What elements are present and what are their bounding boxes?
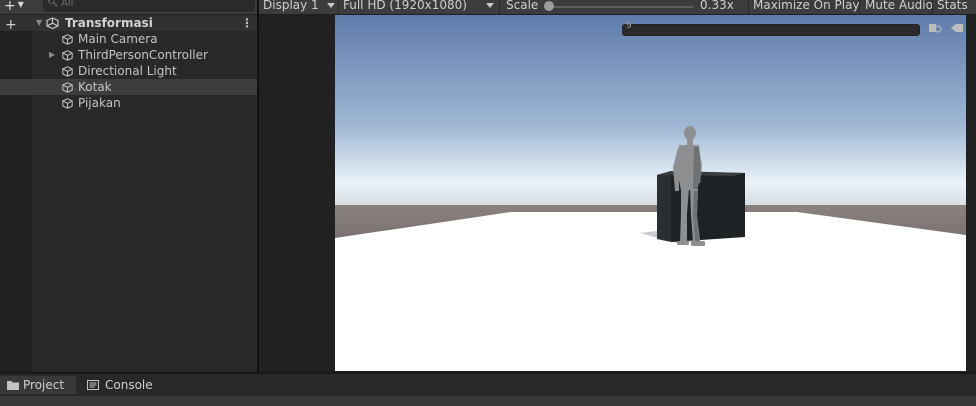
toolbar-divider <box>748 0 749 14</box>
hierarchy-toolbar: + ▼ 🔍︎ All <box>0 0 257 15</box>
create-button[interactable]: + ▼ <box>4 0 34 14</box>
toolbar-divider <box>338 0 339 14</box>
chevron-down-icon <box>486 3 494 8</box>
unity-scene-icon <box>46 17 59 29</box>
maximize-on-play-toggle[interactable]: Maximize On Play <box>753 0 860 12</box>
hierarchy-item[interactable]: Directional Light <box>0 63 257 79</box>
hierarchy-item[interactable]: ▶ ThirdPersonController <box>0 47 257 63</box>
tab-console[interactable]: Console <box>80 376 160 394</box>
gameobject-cube-icon <box>62 82 73 93</box>
gameobject-cube-icon <box>62 50 73 61</box>
project-create-button[interactable]: + <box>5 18 17 32</box>
scale-label: Scale <box>506 0 539 12</box>
hierarchy-item-label: Pijakan <box>78 96 121 110</box>
kotak-box <box>657 171 745 242</box>
game-toolbar: Display 1 Full HD (1920x1080) Scale 0.33… <box>259 0 976 15</box>
scale-slider-thumb[interactable] <box>544 1 554 11</box>
hierarchy-item[interactable]: Pijakan <box>0 95 257 111</box>
game-viewport[interactable] <box>335 15 966 371</box>
scene-menu-icon[interactable]: ⋮ <box>241 15 253 31</box>
chevron-down-icon: ▼ <box>17 0 24 9</box>
project-search-value: 9 <box>626 21 632 31</box>
scale-slider[interactable] <box>549 6 693 8</box>
resolution-dropdown[interactable]: Full HD (1920x1080) <box>343 0 467 12</box>
expand-arrow-icon[interactable]: ▼ <box>36 15 42 31</box>
bottom-panel: Project Console <box>0 372 976 406</box>
hierarchy-item-label: ThirdPersonController <box>78 48 208 62</box>
folder-icon <box>7 381 19 390</box>
sky <box>335 15 966 215</box>
gameobject-cube-icon <box>62 98 73 109</box>
expand-arrow-icon[interactable]: ▶ <box>49 47 55 63</box>
console-icon <box>87 380 99 390</box>
chevron-down-icon <box>327 3 335 8</box>
toolbar-divider <box>932 0 933 14</box>
search-by-label-icon[interactable] <box>950 23 964 33</box>
display-dropdown[interactable]: Display 1 <box>263 0 319 12</box>
hierarchy-panel: + ▼ 🔍︎ All ▼ Transformasi ⋮ Main Camera ▶ T… <box>0 0 257 372</box>
hierarchy-search-placeholder: All <box>61 0 74 9</box>
tab-project-label: Project <box>23 378 65 392</box>
scene-name: Transformasi <box>65 16 153 30</box>
toolbar-divider <box>499 0 500 14</box>
hierarchy-search-input[interactable]: 🔍︎ All <box>43 0 255 12</box>
hierarchy-item[interactable]: Kotak <box>0 79 257 95</box>
tab-project[interactable]: Project <box>0 376 76 394</box>
hierarchy-item-label: Directional Light <box>78 64 177 78</box>
project-search-input[interactable] <box>622 24 920 36</box>
gameobject-cube-icon <box>62 66 73 77</box>
project-toolbar <box>0 396 976 406</box>
scene-row[interactable]: ▼ Transformasi ⋮ <box>0 15 257 31</box>
mute-audio-toggle[interactable]: Mute Audio <box>865 0 933 12</box>
toolbar-divider <box>859 0 860 14</box>
hierarchy-item-label: Main Camera <box>78 32 158 46</box>
tab-console-label: Console <box>105 378 153 392</box>
scale-value: 0.33x <box>700 0 734 12</box>
stats-toggle[interactable]: Stats <box>937 0 968 12</box>
hierarchy-item[interactable]: Main Camera <box>0 31 257 47</box>
search-by-type-icon[interactable] <box>928 23 942 33</box>
gameobject-cube-icon <box>62 34 73 45</box>
hierarchy-item-label: Kotak <box>78 80 112 94</box>
search-icon: 🔍︎ <box>47 0 59 8</box>
scene-render <box>335 15 966 371</box>
plus-icon: + <box>4 0 16 14</box>
